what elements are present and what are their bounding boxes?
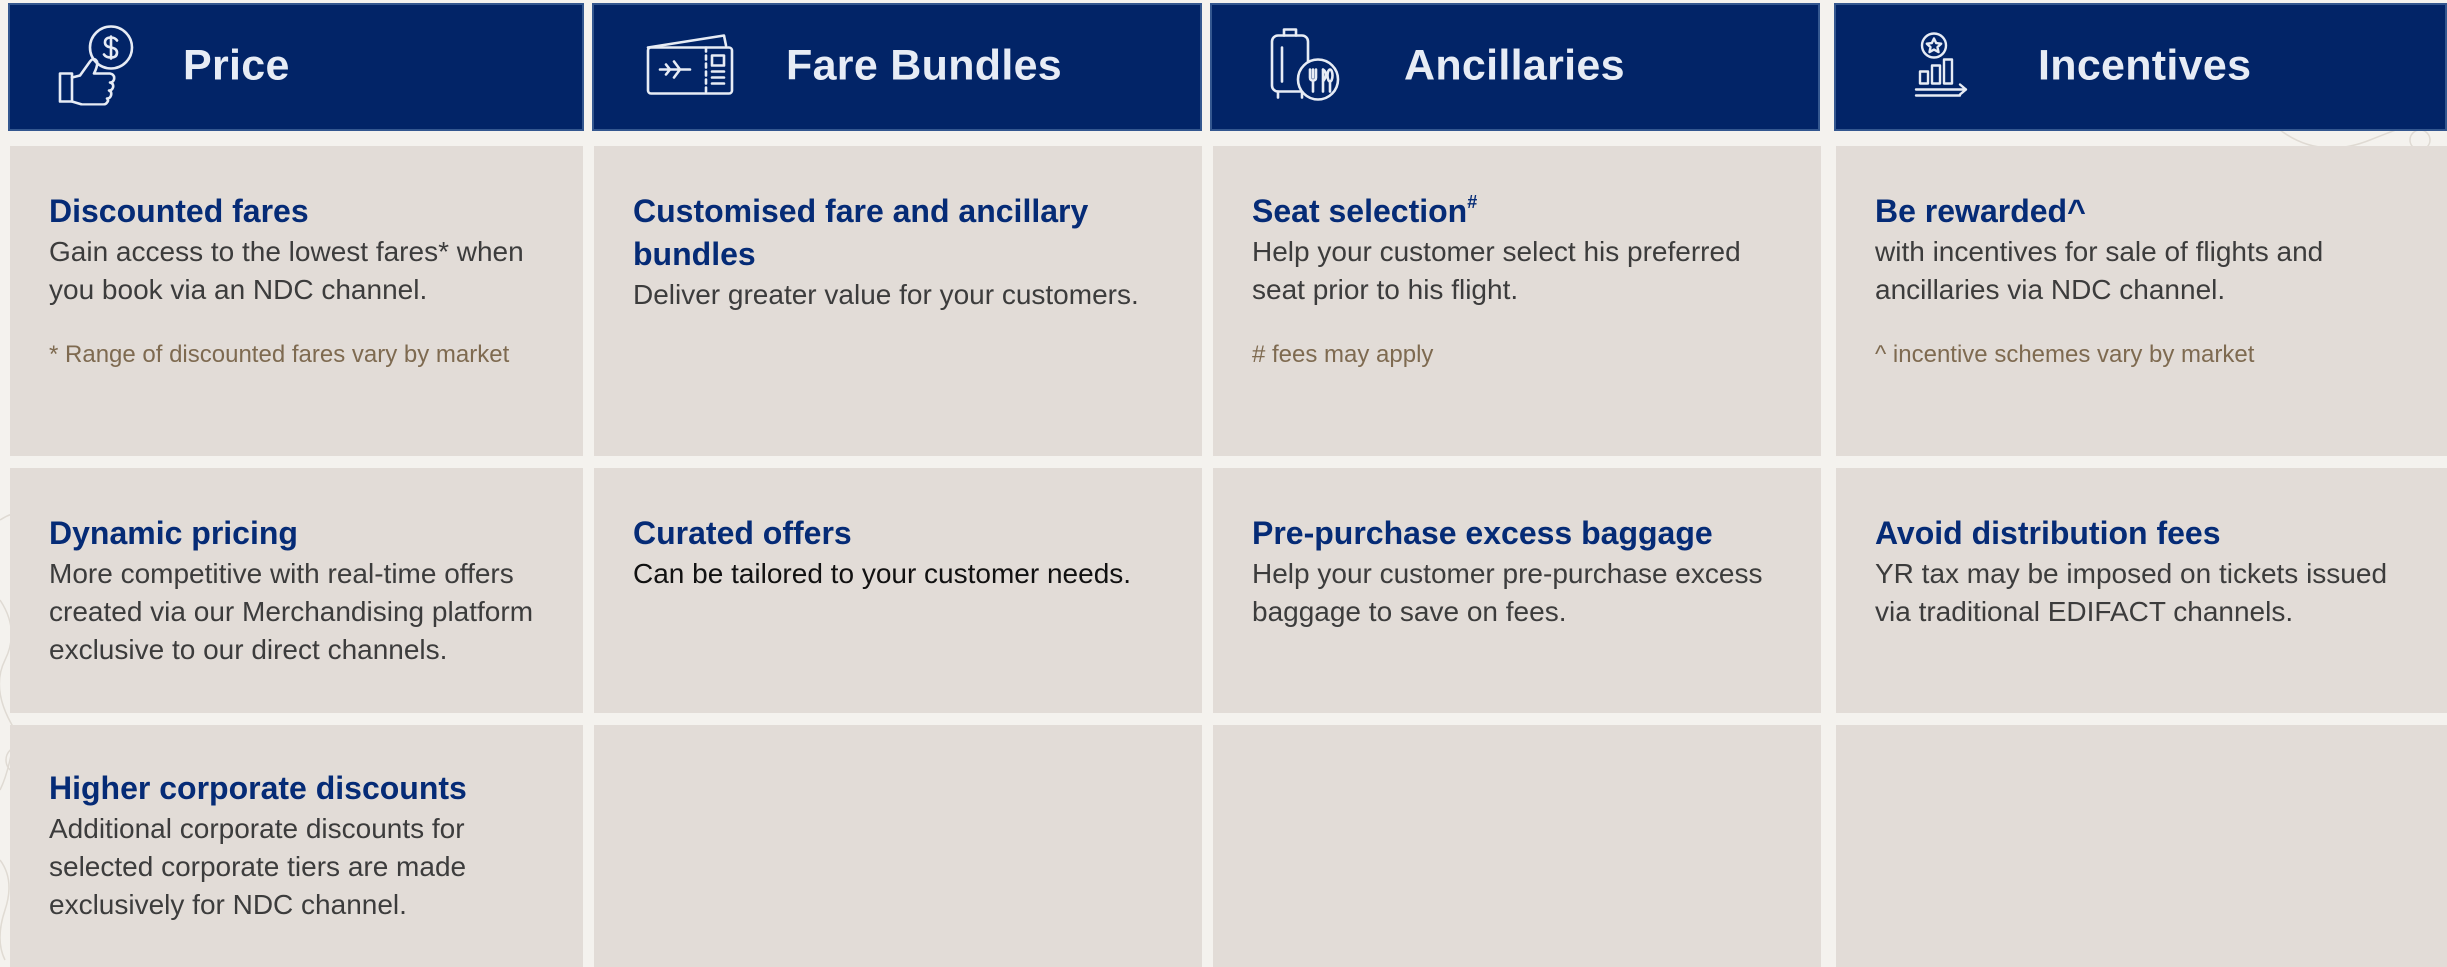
fee-footnote-mark: #	[1467, 192, 1478, 213]
card-footnote: # fees may apply	[1252, 341, 1434, 368]
card-footnote: * Range of discounted fares vary by mark…	[49, 341, 510, 368]
card-be-rewarded: Be rewarded^ with incentives for sale of…	[1836, 146, 2447, 456]
card-seat-selection: Seat selection# Help your customer selec…	[1213, 146, 1821, 456]
header-fare-bundles: Fare Bundles	[592, 3, 1202, 131]
card-title: Customised fare and ancillary bundles	[633, 193, 1089, 272]
header-title: Ancillaries	[1404, 41, 1625, 90]
card-title: Be rewarded^	[1875, 193, 2086, 229]
header-title: Incentives	[2038, 41, 2252, 90]
luggage-cutlery-icon	[1268, 26, 1344, 109]
header-title: Fare Bundles	[786, 41, 1063, 90]
card-curated-offers: Curated offers Can be tailored to your c…	[594, 468, 1202, 713]
card-dynamic-pricing: Dynamic pricing More competitive with re…	[10, 468, 583, 713]
card-body: Gain access to the lowest fares* when yo…	[49, 236, 524, 305]
card-body: Can be tailored to your customer needs.	[633, 558, 1132, 589]
header-price: Price	[8, 3, 584, 131]
star-chart-arrow-icon	[1914, 30, 1976, 105]
card-corporate-discounts: Higher corporate discounts Additional co…	[10, 725, 583, 967]
card-body: More competitive with real-time offers c…	[49, 558, 534, 665]
ticket-plane-icon	[644, 32, 736, 103]
card-body: Deliver greater value for your customers…	[633, 279, 1139, 310]
card-excess-baggage: Pre-purchase excess baggage Help your cu…	[1213, 468, 1821, 713]
card-body: YR tax may be imposed on tickets issued …	[1875, 558, 2388, 627]
card-body: with incentives for sale of flights and …	[1875, 236, 2324, 305]
card-body: Help your customer pre-purchase excess b…	[1252, 558, 1763, 627]
card-empty	[1836, 725, 2447, 967]
card-title: Seat selection#	[1252, 190, 1801, 233]
card-title: Dynamic pricing	[49, 515, 298, 551]
header-title: Price	[183, 41, 290, 90]
header-ancillaries: Ancillaries	[1210, 3, 1820, 131]
card-title-text: Seat selection	[1252, 193, 1468, 229]
thumbs-up-dollar-icon	[56, 24, 142, 111]
card-title: Higher corporate discounts	[49, 770, 467, 806]
card-empty	[594, 725, 1202, 967]
card-body: Additional corporate discounts for selec…	[49, 813, 467, 920]
card-body: Help your customer select his preferred …	[1252, 236, 1741, 305]
card-discounted-fares: Discounted fares Gain access to the lowe…	[10, 146, 583, 456]
header-incentives: Incentives	[1834, 3, 2447, 131]
card-empty	[1213, 725, 1821, 967]
card-title: Pre-purchase excess baggage	[1252, 515, 1713, 551]
card-customised-bundles: Customised fare and ancillary bundles De…	[594, 146, 1202, 456]
card-title: Avoid distribution fees	[1875, 515, 2221, 551]
card-footnote: ^ incentive schemes vary by market	[1875, 341, 2255, 368]
card-title: Discounted fares	[49, 193, 309, 229]
card-title: Curated offers	[633, 515, 852, 551]
card-distribution-fees: Avoid distribution fees YR tax may be im…	[1836, 468, 2447, 713]
